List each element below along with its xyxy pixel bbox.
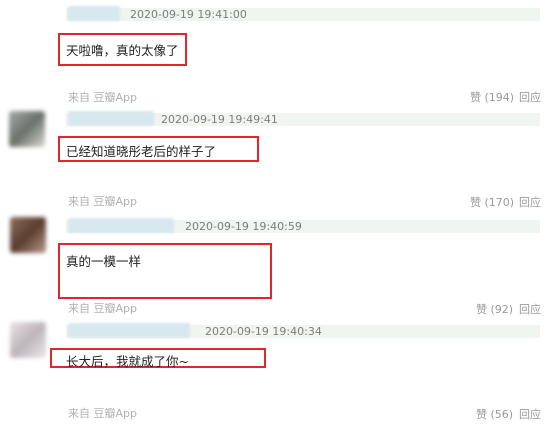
like-button[interactable]: 赞 (170): [470, 194, 514, 210]
comment-source: 来自 豆瓣App: [68, 195, 137, 208]
reply-button[interactable]: 回应: [519, 194, 541, 210]
comment-text: 天啦噜，真的太像了: [66, 43, 179, 58]
avatar[interactable]: [10, 322, 46, 358]
comment-timestamp: 2020-09-19 19:40:59: [185, 220, 302, 233]
avatar[interactable]: [10, 6, 46, 42]
avatar[interactable]: [9, 111, 45, 147]
comment-timestamp: 2020-09-19 19:49:41: [161, 113, 278, 126]
comment-text: 长大后，我就成了你~: [66, 354, 189, 369]
avatar[interactable]: [10, 217, 46, 253]
comment-timestamp: 2020-09-19 19:40:34: [205, 325, 322, 338]
comment-timestamp: 2020-09-19 19:41:00: [130, 8, 247, 21]
like-button[interactable]: 赞 (194): [470, 89, 514, 105]
comment-source: 来自 豆瓣App: [68, 407, 137, 420]
comment-text: 真的一模一样: [66, 254, 142, 269]
like-button[interactable]: 赞 (92): [476, 301, 513, 317]
username-blurred[interactable]: [68, 218, 174, 233]
comment-source: 来自 豆瓣App: [68, 91, 137, 104]
reply-button[interactable]: 回应: [519, 301, 541, 317]
username-blurred[interactable]: [68, 323, 190, 338]
comment-source: 来自 豆瓣App: [68, 302, 137, 315]
like-button[interactable]: 赞 (56): [476, 406, 513, 422]
username-blurred[interactable]: [68, 111, 154, 126]
comment-text: 已经知道晓彤老后的样子了: [66, 144, 217, 159]
username-blurred[interactable]: [68, 6, 120, 21]
reply-button[interactable]: 回应: [519, 406, 541, 422]
reply-button[interactable]: 回应: [519, 89, 541, 105]
